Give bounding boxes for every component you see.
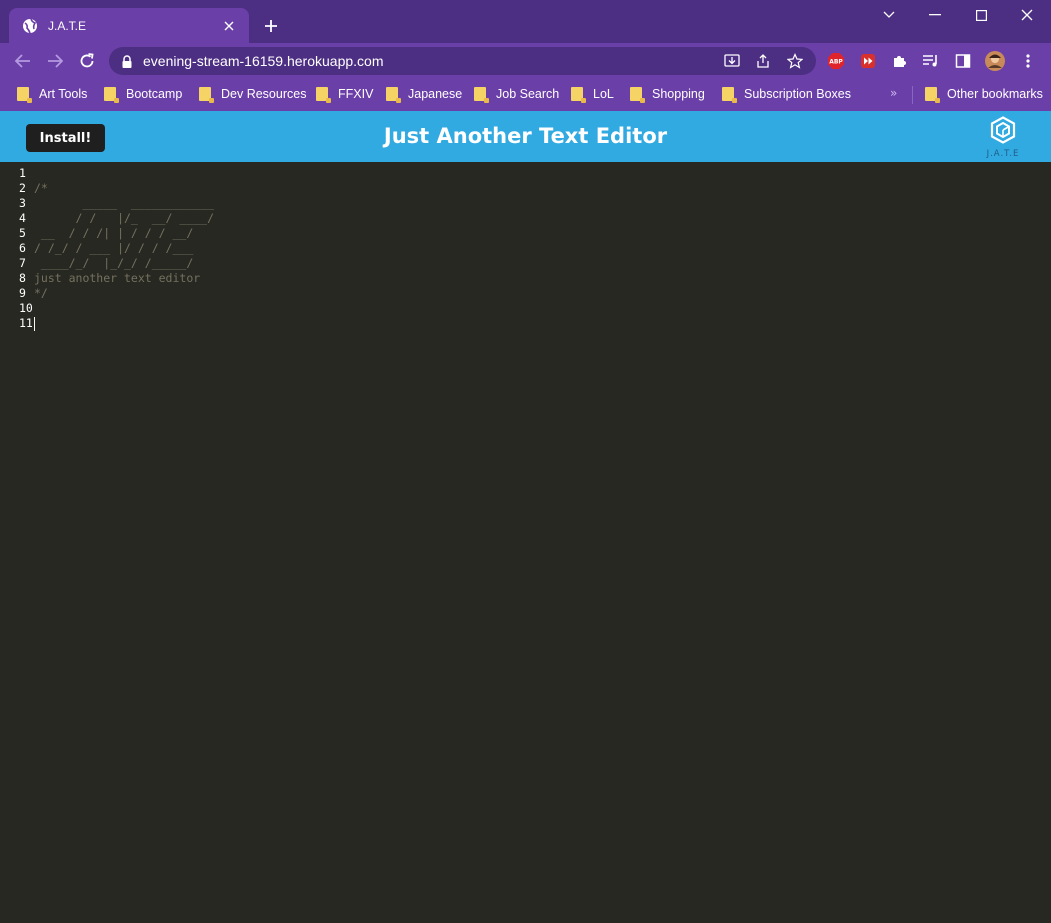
- line-number: 2: [19, 181, 26, 195]
- bookmark-label: Art Tools: [39, 87, 88, 101]
- forward-arrow-icon[interactable]: [43, 49, 67, 73]
- more-bookmarks-chevron[interactable]: »: [890, 86, 897, 100]
- adblock-icon[interactable]: ABP: [826, 51, 846, 71]
- bookmark-lol[interactable]: LoL: [571, 85, 614, 103]
- bookmark-shopping[interactable]: Shopping: [630, 85, 705, 103]
- folder-icon: [199, 87, 214, 103]
- folder-icon: [474, 87, 489, 103]
- bookmark-art-tools[interactable]: Art Tools: [17, 85, 87, 103]
- bookmark-label: LoL: [593, 87, 614, 101]
- profile-avatar[interactable]: [985, 51, 1005, 71]
- maximize-icon[interactable]: [958, 4, 1004, 26]
- bookmark-label: Subscription Boxes: [744, 87, 852, 101]
- code-line[interactable]: just another text editor: [34, 271, 214, 286]
- code-line[interactable]: / / |/_ __/ ____/: [34, 211, 214, 226]
- bookmark-label: Other bookmarks: [947, 87, 1043, 101]
- code-line[interactable]: / /_/ / ___ |/ / / /___: [34, 241, 214, 256]
- bookmark-subscription-boxes[interactable]: Subscription Boxes: [722, 85, 851, 103]
- line-number: 6: [19, 241, 26, 255]
- bookmark-dev-resources[interactable]: Dev Resources: [199, 85, 306, 103]
- reload-icon[interactable]: [75, 49, 99, 73]
- bookmark-label: Bootcamp: [126, 87, 183, 101]
- back-arrow-icon[interactable]: [11, 49, 35, 73]
- code-line[interactable]: */: [34, 286, 214, 301]
- page-title: Just Another Text Editor: [383, 124, 668, 148]
- line-number: 10: [19, 301, 33, 315]
- line-number-gutter: 1 2 3 4 5 6 7 8 9 10 11: [0, 166, 33, 331]
- code-line[interactable]: [34, 301, 214, 316]
- bookmark-ffxiv[interactable]: FFXIV: [316, 85, 373, 103]
- adblock-badge: ABP: [829, 59, 843, 66]
- code-line-active[interactable]: [34, 316, 214, 331]
- bookmarks-bar: Art Tools Bootcamp Dev Resources FFXIV J…: [0, 78, 1051, 111]
- globe-icon: [22, 18, 38, 34]
- jate-logo: J.A.T.E: [982, 116, 1024, 160]
- code-editor[interactable]: 1 2 3 4 5 6 7 8 9 10 11 /* _____ _______…: [0, 162, 1051, 923]
- url-text: evening-stream-16159.herokuapp.com: [143, 53, 384, 69]
- bookmark-japanese[interactable]: Japanese: [386, 85, 462, 103]
- line-number: 3: [19, 196, 26, 210]
- install-app-icon[interactable]: [723, 52, 741, 70]
- folder-icon: [925, 87, 940, 103]
- install-button[interactable]: Install!: [26, 124, 105, 152]
- media-queue-icon[interactable]: [921, 51, 941, 71]
- share-icon[interactable]: [754, 52, 772, 70]
- close-tab-icon[interactable]: [219, 16, 239, 36]
- bookmark-label: Dev Resources: [221, 87, 307, 101]
- close-window-icon[interactable]: [1004, 4, 1050, 26]
- line-number: 4: [19, 211, 26, 225]
- folder-icon: [316, 87, 331, 103]
- code-line[interactable]: ____/_/ |_/_/ /_____/: [34, 256, 214, 271]
- folder-icon: [722, 87, 737, 103]
- folder-icon: [386, 87, 401, 103]
- bookmark-label: Japanese: [408, 87, 463, 101]
- tab-search-icon[interactable]: [866, 4, 912, 26]
- bookmark-job-search[interactable]: Job Search: [474, 85, 559, 103]
- address-bar[interactable]: evening-stream-16159.herokuapp.com: [109, 47, 816, 75]
- new-tab-icon[interactable]: [260, 15, 282, 37]
- line-number: 11: [19, 316, 33, 330]
- line-number: 9: [19, 286, 26, 300]
- extensions-puzzle-icon[interactable]: [890, 51, 910, 71]
- logo-text: J.A.T.E: [986, 149, 1020, 159]
- line-number: 8: [19, 271, 26, 285]
- folder-icon: [630, 87, 645, 103]
- browser-toolbar: evening-stream-16159.herokuapp.com ABP: [0, 43, 1051, 78]
- folder-icon: [17, 87, 32, 103]
- bookmark-label: FFXIV: [338, 87, 374, 101]
- folder-icon: [571, 87, 586, 103]
- bookmark-bootcamp[interactable]: Bootcamp: [104, 85, 182, 103]
- video-speed-icon[interactable]: [858, 51, 878, 71]
- star-icon[interactable]: [786, 52, 804, 70]
- lock-icon: [121, 54, 133, 68]
- line-number: 1: [19, 166, 26, 180]
- logo-cube-icon: [990, 116, 1016, 144]
- side-panel-icon[interactable]: [953, 51, 973, 71]
- text-cursor: [34, 316, 35, 331]
- bookmark-label: Job Search: [496, 87, 560, 101]
- code-content[interactable]: /* _____ ____________ / / |/_ __/ ____/ …: [34, 166, 214, 331]
- folder-icon: [104, 87, 119, 103]
- browser-tab-strip: J.A.T.E: [0, 0, 1051, 43]
- minimize-icon[interactable]: [912, 4, 958, 26]
- bookmarks-divider: [912, 86, 913, 104]
- code-line[interactable]: __ / / /| | / / / __/: [34, 226, 214, 241]
- line-number: 7: [19, 256, 26, 270]
- bookmark-other-bookmarks[interactable]: Other bookmarks: [925, 85, 1043, 103]
- app-header: Just Another Text Editor Install! J.A.T.…: [0, 111, 1051, 162]
- bookmark-label: Shopping: [652, 87, 705, 101]
- code-line[interactable]: /*: [34, 181, 214, 196]
- code-line[interactable]: _____ ____________: [34, 196, 214, 211]
- browser-tab[interactable]: J.A.T.E: [9, 8, 249, 43]
- tab-title: J.A.T.E: [48, 18, 87, 33]
- code-line[interactable]: [34, 166, 214, 181]
- kebab-menu-icon[interactable]: [1018, 51, 1038, 71]
- line-number: 5: [19, 226, 26, 240]
